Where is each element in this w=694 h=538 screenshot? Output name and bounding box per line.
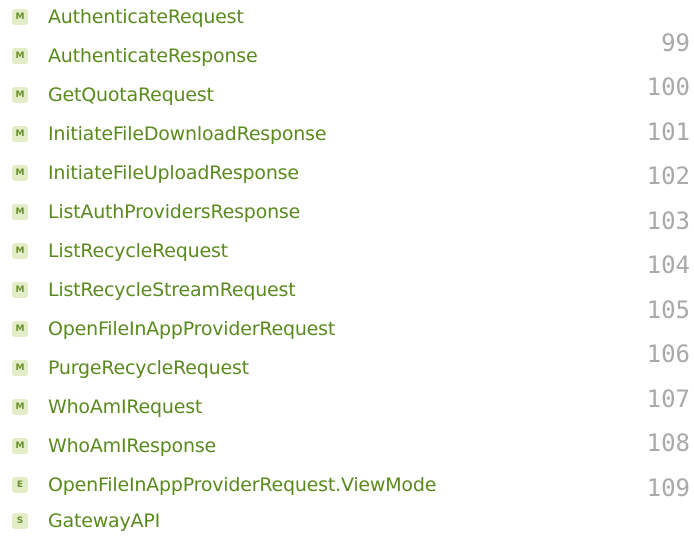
completion-item-label: ListRecycleRequest: [48, 240, 228, 262]
completion-item[interactable]: S GatewayAPI: [0, 504, 600, 538]
message-type-icon: M: [12, 48, 28, 64]
message-type-icon: M: [12, 87, 28, 103]
message-type-icon: M: [12, 438, 28, 454]
service-type-icon: S: [12, 513, 28, 529]
enum-type-icon: E: [12, 477, 28, 493]
completion-item[interactable]: E OpenFileInAppProviderRequest.ViewMode: [0, 468, 600, 502]
line-number: 104: [646, 251, 690, 279]
message-type-icon: M: [12, 126, 28, 142]
completion-item-label: GatewayAPI: [48, 510, 160, 532]
completion-item-label: WhoAmIResponse: [48, 435, 217, 457]
completion-item[interactable]: M ListRecycleRequest: [0, 234, 600, 268]
completion-item[interactable]: M PurgeRecycleRequest: [0, 351, 600, 385]
line-number: 106: [646, 340, 690, 368]
message-type-icon: M: [12, 165, 28, 181]
line-number: 101: [646, 118, 690, 146]
completion-item-label: ListRecycleStreamRequest: [48, 279, 296, 301]
completion-item[interactable]: M AuthenticateResponse: [0, 39, 600, 73]
completion-list: M AuthenticateRequest M AuthenticateResp…: [0, 0, 600, 538]
line-number: 105: [646, 296, 690, 324]
completion-item[interactable]: M ListRecycleStreamRequest: [0, 273, 600, 307]
message-type-icon: M: [12, 399, 28, 415]
completion-item[interactable]: M ListAuthProvidersResponse: [0, 195, 600, 229]
message-type-icon: M: [12, 9, 28, 25]
completion-item-label: GetQuotaRequest: [48, 84, 214, 106]
completion-item-label: InitiateFileDownloadResponse: [48, 123, 327, 145]
line-number: 103: [646, 207, 690, 235]
line-number: 109: [646, 474, 690, 502]
completion-item-label: PurgeRecycleRequest: [48, 357, 249, 379]
line-number: 102: [646, 162, 690, 190]
completion-item[interactable]: M WhoAmIRequest: [0, 390, 600, 424]
completion-item-label: AuthenticateResponse: [48, 45, 258, 67]
line-number-gutter: 99 100 101 102 103 104 105 106 107 108 1…: [594, 0, 694, 538]
line-number: 108: [646, 429, 690, 457]
message-type-icon: M: [12, 321, 28, 337]
completion-popup: 99 100 101 102 103 104 105 106 107 108 1…: [0, 0, 694, 538]
line-number: 99: [661, 29, 690, 57]
completion-item-label: AuthenticateRequest: [48, 6, 244, 28]
completion-item-label: ListAuthProvidersResponse: [48, 201, 301, 223]
message-type-icon: M: [12, 243, 28, 259]
completion-item-label: InitiateFileUploadResponse: [48, 162, 299, 184]
completion-item[interactable]: M AuthenticateRequest: [0, 0, 600, 34]
completion-item[interactable]: M WhoAmIResponse: [0, 429, 600, 463]
line-number: 107: [646, 385, 690, 413]
completion-item[interactable]: M OpenFileInAppProviderRequest: [0, 312, 600, 346]
completion-item-label: OpenFileInAppProviderRequest.ViewMode: [48, 474, 437, 496]
message-type-icon: M: [12, 204, 28, 220]
completion-item[interactable]: M GetQuotaRequest: [0, 78, 600, 112]
completion-item-label: WhoAmIRequest: [48, 396, 203, 418]
message-type-icon: M: [12, 282, 28, 298]
completion-item[interactable]: M InitiateFileDownloadResponse: [0, 117, 600, 151]
message-type-icon: M: [12, 360, 28, 376]
completion-item-label: OpenFileInAppProviderRequest: [48, 318, 336, 340]
line-number: 100: [646, 73, 690, 101]
completion-item[interactable]: M InitiateFileUploadResponse: [0, 156, 600, 190]
